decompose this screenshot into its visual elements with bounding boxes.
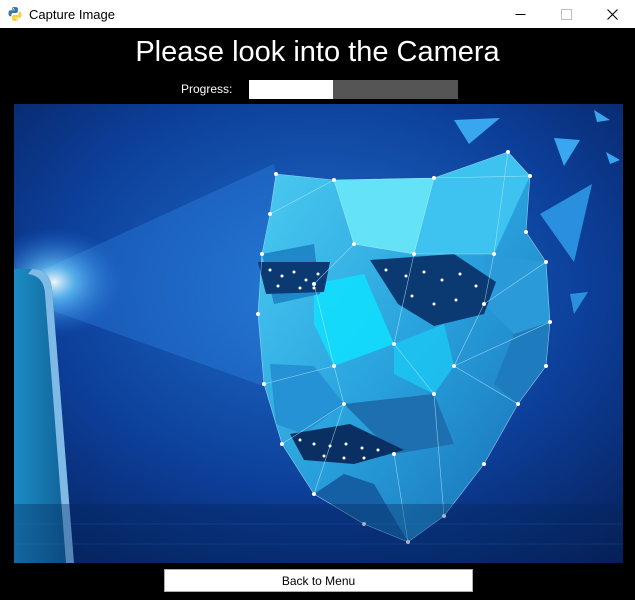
face-mesh-image: [14, 104, 623, 563]
minimize-icon: [515, 13, 525, 15]
close-icon: [606, 8, 618, 20]
camera-preview: [14, 104, 623, 563]
close-button[interactable]: [589, 0, 635, 28]
maximize-button[interactable]: [543, 0, 589, 28]
progress-bar: [249, 80, 458, 99]
maximize-icon: [560, 8, 572, 20]
progress-bar-fill: [249, 80, 333, 99]
back-to-menu-button[interactable]: Back to Menu: [164, 569, 473, 592]
minimize-button[interactable]: [497, 0, 543, 28]
title-bar: Capture Image: [0, 0, 635, 28]
instruction-heading: Please look into the Camera: [135, 36, 500, 68]
capture-image-window: Capture Image Please look into the Camer…: [0, 0, 635, 600]
progress-label: Progress:: [181, 82, 233, 96]
python-icon: [8, 7, 22, 21]
window-title: Capture Image: [29, 7, 115, 22]
